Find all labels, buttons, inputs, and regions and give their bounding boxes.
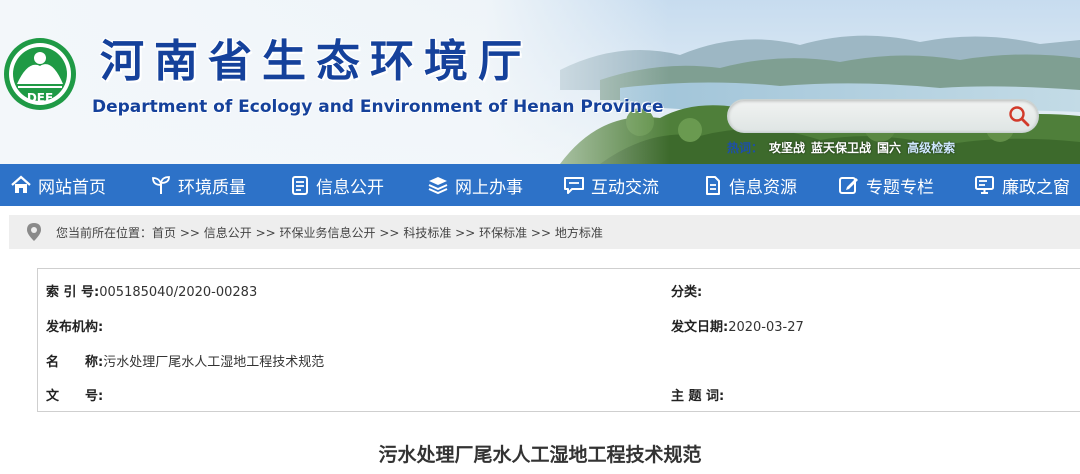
breadcrumb-link[interactable]: 首页	[152, 226, 176, 240]
header-banner: DEE 河南省生态环境厅 Department of Ecology and E…	[0, 0, 1080, 164]
breadcrumb-link[interactable]: 科技标准	[403, 226, 451, 240]
meta-value: 005185040/2020-00283	[99, 285, 258, 300]
meta-label: 索 引 号:	[46, 285, 100, 300]
location-pin-icon	[27, 223, 41, 241]
meta-document-number: 文 号:	[46, 385, 103, 404]
logo-text: DEE	[27, 91, 53, 105]
nav-item-label: 互动交流	[591, 177, 659, 198]
nav-item-special-topics[interactable]: 专题专栏	[838, 164, 974, 206]
hot-word-link[interactable]: 攻坚战	[769, 141, 805, 155]
hot-word-link[interactable]: 国六	[877, 141, 901, 155]
search-icon[interactable]	[1008, 105, 1030, 127]
plant-icon	[152, 176, 170, 194]
layers-icon	[428, 177, 448, 195]
document-title: 污水处理厂尾水人工湿地工程技术规范	[378, 444, 702, 466]
nav-item-info-public[interactable]: 信息公开	[290, 164, 427, 206]
meta-issue-date: 发文日期:2020-03-27	[671, 316, 804, 335]
hot-word-link[interactable]: 蓝天保卫战	[811, 141, 871, 155]
monitor-icon	[975, 176, 994, 194]
breadcrumb-trail: 您当前所在位置：首页 >> 信息公开 >> 环保业务信息公开 >> 科技标准 >…	[56, 224, 603, 241]
nav-item-label: 网上办事	[455, 177, 523, 198]
meta-label: 分类:	[671, 285, 703, 300]
breadcrumb-link[interactable]: 环保标准	[479, 226, 527, 240]
search-input[interactable]	[740, 105, 1004, 129]
meta-value: 2020-03-27	[728, 320, 804, 335]
meta-label: 发布机构:	[46, 320, 104, 335]
home-icon	[11, 175, 31, 193]
nav-item-label: 廉政之窗	[1002, 177, 1070, 198]
hot-words: 热词： 攻坚战 蓝天保卫战 国六 高级检索	[727, 139, 955, 156]
meta-label: 主 题 词:	[671, 389, 725, 404]
meta-label: 发文日期:	[671, 320, 729, 335]
breadcrumb-link[interactable]: 环保业务信息公开	[280, 226, 376, 240]
document-icon	[292, 176, 308, 195]
nav-item-info-resources[interactable]: 信息资源	[703, 164, 838, 206]
breadcrumb-separator: >>	[527, 226, 555, 240]
site-title: 河南省生态环境厅	[100, 36, 532, 87]
breadcrumb-link[interactable]: 地方标准	[555, 226, 603, 240]
breadcrumb-prefix: 您当前所在位置：	[56, 226, 153, 240]
nav-item-label: 信息公开	[316, 177, 384, 198]
meta-value: 污水处理厂尾水人工湿地工程技术规范	[103, 355, 325, 370]
nav-item-label: 专题专栏	[866, 177, 934, 198]
file-icon	[706, 176, 720, 195]
hot-words-label: 热词：	[727, 141, 764, 155]
meta-name: 名 称:污水处理厂尾水人工湿地工程技术规范	[46, 351, 324, 370]
main-nav: 网站首页 环境质量 信息公开 网上办事 互动交流 信息资源 专题专栏 廉政之窗	[0, 164, 1080, 206]
meta-label: 文 号:	[46, 389, 104, 404]
dee-logo: DEE	[4, 38, 76, 110]
nav-item-label: 网站首页	[38, 177, 106, 198]
breadcrumb-separator: >>	[375, 226, 404, 240]
breadcrumb: 您当前所在位置：首页 >> 信息公开 >> 环保业务信息公开 >> 科技标准 >…	[9, 215, 1080, 249]
meta-label: 名 称:	[46, 355, 104, 370]
nav-item-label: 信息资源	[729, 177, 797, 198]
nav-item-home[interactable]: 网站首页	[10, 164, 150, 206]
breadcrumb-separator: >>	[176, 226, 204, 240]
nav-item-integrity[interactable]: 廉政之窗	[974, 164, 1080, 206]
advanced-search-link[interactable]: 高级检索	[907, 141, 955, 155]
edit-icon	[839, 177, 858, 194]
breadcrumb-link[interactable]: 信息公开	[204, 226, 252, 240]
meta-index-number: 索 引 号:005185040/2020-00283	[46, 281, 257, 300]
meta-category: 分类:	[671, 281, 702, 300]
site-subtitle: Department of Ecology and Environment of…	[92, 97, 664, 117]
nav-item-label: 环境质量	[178, 177, 246, 198]
meta-publisher: 发布机构:	[46, 316, 103, 335]
meta-subject-words: 主 题 词:	[671, 385, 724, 404]
breadcrumb-separator: >>	[251, 226, 280, 240]
chat-icon	[564, 177, 584, 194]
document-meta-table: 索 引 号:005185040/2020-00283 分类: 发布机构: 发文日…	[37, 268, 1080, 412]
search-box	[727, 99, 1039, 133]
nav-item-environment[interactable]: 环境质量	[150, 164, 290, 206]
breadcrumb-separator: >>	[451, 226, 480, 240]
nav-item-online-services[interactable]: 网上办事	[427, 164, 563, 206]
nav-item-interaction[interactable]: 互动交流	[563, 164, 703, 206]
